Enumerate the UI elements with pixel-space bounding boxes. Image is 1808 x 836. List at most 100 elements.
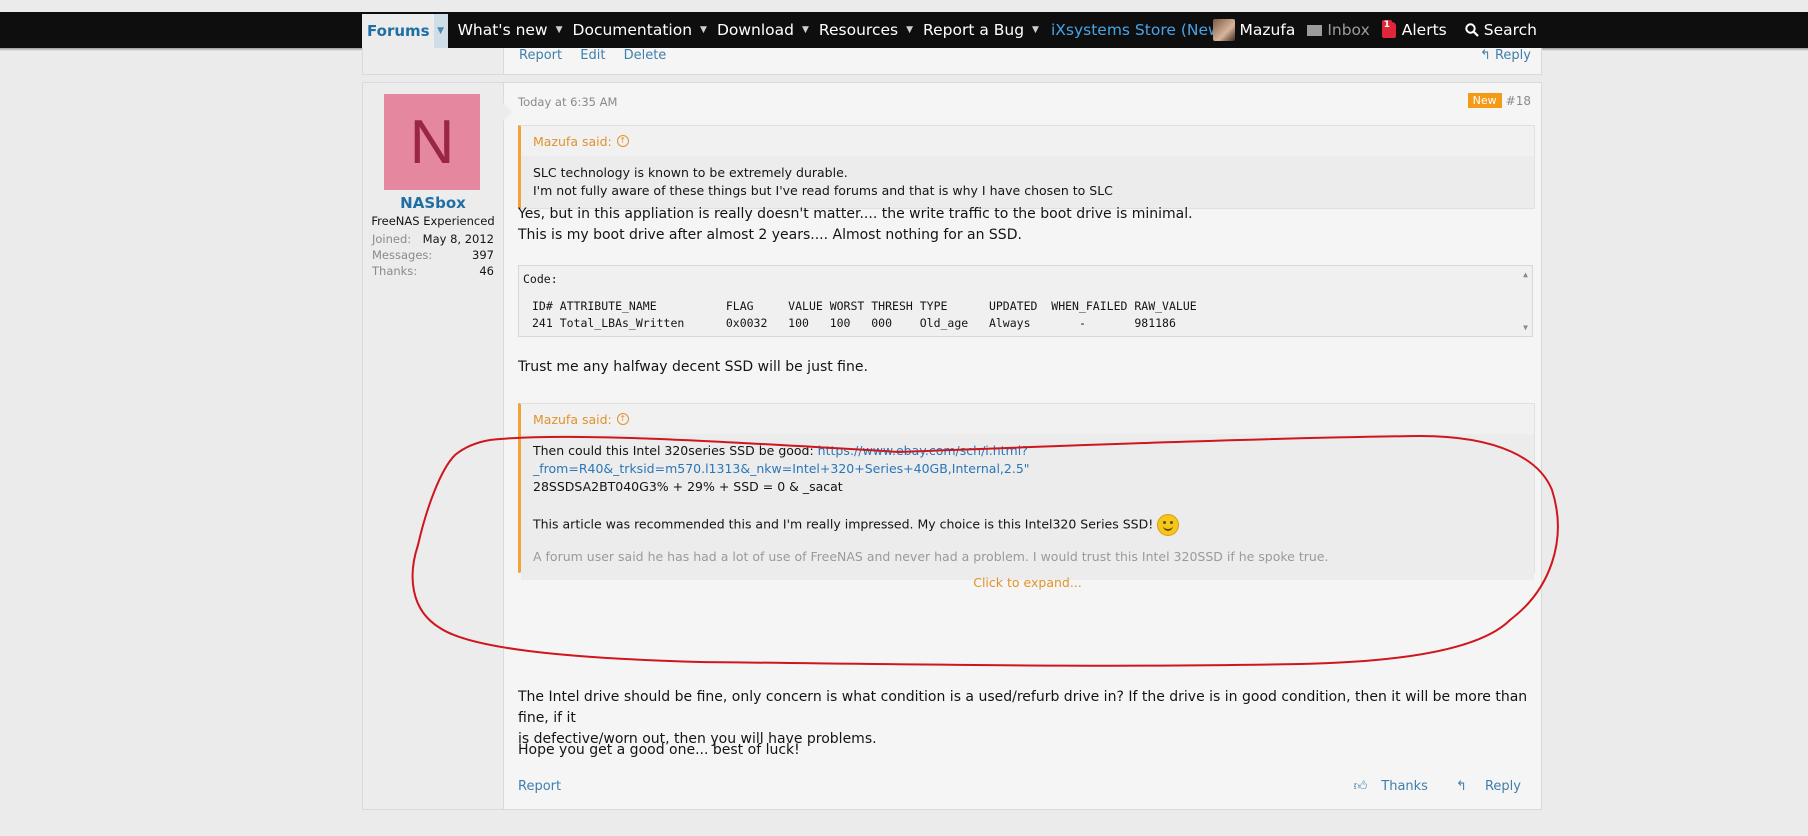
- reply-icon: ↰: [1479, 48, 1495, 63]
- quote-block: Mazufa said: ↑ Then could this Intel 320s…: [518, 403, 1535, 590]
- chevron-down-icon: ▼: [1032, 25, 1039, 35]
- quote-header[interactable]: Mazufa said: ↑: [521, 126, 1534, 156]
- nav-item-store[interactable]: iXsystems Store (New!): [1051, 21, 1233, 39]
- nav-alerts[interactable]: 1 Alerts: [1381, 20, 1447, 39]
- previous-post-user-column: [363, 48, 504, 74]
- thanks-label: Thanks: [1381, 779, 1428, 794]
- user-title: FreeNAS Experienced: [371, 214, 495, 228]
- quote-header[interactable]: Mazufa said: ↑: [521, 404, 1534, 434]
- quote-line: Then could this Intel 320series SSD be g…: [533, 442, 1522, 478]
- stat-row-joined: Joined: May 8, 2012: [372, 232, 494, 248]
- post-arrow: [503, 103, 512, 121]
- nav-forums-label: Forums: [367, 22, 430, 40]
- user-stats: Joined: May 8, 2012 Messages: 397 Thanks: 4…: [372, 232, 494, 280]
- paragraph-line: The Intel drive should be fine, only con…: [518, 689, 1528, 726]
- quote-line: 28SSDSA2BT040G3% + 29% + SSD = 0 & _saca…: [533, 479, 843, 494]
- stat-label: Joined:: [372, 232, 412, 246]
- stat-value: 397: [472, 248, 494, 262]
- stat-value: May 8, 2012: [422, 232, 494, 246]
- nav-item-label: Report a Bug: [923, 21, 1025, 39]
- nav-item-resources[interactable]: Resources ▼: [819, 21, 913, 39]
- previous-post-footer: Report Edit Delete ↰ Reply: [362, 48, 1542, 75]
- reply-label: Reply: [1484, 779, 1521, 794]
- edit-link[interactable]: Edit: [580, 48, 605, 63]
- nav-search[interactable]: Search: [1465, 21, 1537, 39]
- quote-author: Mazufa said:: [533, 411, 612, 427]
- delete-link[interactable]: Delete: [624, 48, 667, 63]
- nav-item-report-bug[interactable]: Report a Bug ▼: [923, 21, 1039, 39]
- nav-search-label: Search: [1483, 21, 1537, 39]
- report-link[interactable]: Report: [519, 48, 562, 63]
- top-strip: [0, 0, 1808, 12]
- stat-row-messages: Messages: 397: [372, 248, 494, 264]
- quote-line: This article was recommended this and I'…: [533, 514, 1522, 536]
- thanks-link[interactable]: 👍︎ Thanks: [1340, 779, 1428, 794]
- click-to-expand[interactable]: Click to expand...: [521, 574, 1534, 592]
- code-content: ID# ATTRIBUTE_NAME FLAG VALUE WORST THRE…: [532, 298, 1197, 332]
- nav-alerts-label: Alerts: [1401, 21, 1447, 39]
- nav-item-label: Resources: [818, 21, 899, 39]
- reply-label: Reply: [1494, 48, 1531, 63]
- nav-tab-forums[interactable]: Forums ▼: [362, 14, 448, 48]
- quote-line: SLC technology is known to be extremely …: [533, 165, 848, 180]
- code-line: ID# ATTRIBUTE_NAME FLAG VALUE WORST THRE…: [532, 299, 1197, 313]
- post-footer-right: 👍︎ Thanks ↰ Reply: [1326, 779, 1521, 794]
- reply-icon: ↰: [1455, 779, 1471, 794]
- avatar[interactable]: N: [384, 94, 480, 190]
- nav-item-label: Download: [716, 21, 794, 39]
- quote-block: Mazufa said: ↑ SLC technology is known to…: [518, 125, 1535, 209]
- scroll-down-icon[interactable]: ▼: [1523, 323, 1528, 332]
- smile-emoji-icon: [1157, 514, 1180, 536]
- paragraph-line: This is my boot drive after almost 2 yea…: [518, 227, 1022, 243]
- post-meta: New #18: [1467, 93, 1531, 108]
- envelope-icon: [1307, 24, 1323, 36]
- thumbs-up-icon: 👍︎: [1353, 779, 1368, 794]
- post-paragraph: Yes, but in this appliation is really do…: [518, 204, 1193, 246]
- avatar: [1212, 19, 1235, 41]
- nav-inbox-label: Inbox: [1327, 21, 1370, 39]
- nav-username: Mazufa: [1239, 21, 1296, 39]
- nav-left-group: Forums ▼ What's new ▼ Documentation ▼ Down…: [362, 12, 1233, 48]
- chevron-down-icon[interactable]: ▼: [433, 14, 448, 48]
- forum-post: N NASbox FreeNAS Experienced Joined: May …: [362, 82, 1542, 810]
- post-date[interactable]: Today at 6:35 AM: [518, 95, 617, 109]
- code-line: 241 Total_LBAs_Written 0x0032 100 100 00…: [532, 316, 1176, 330]
- paragraph-line: Yes, but in this appliation is really do…: [518, 206, 1193, 222]
- stat-value: 46: [479, 264, 494, 278]
- report-link[interactable]: Report: [518, 779, 561, 794]
- nav-item-download[interactable]: Download ▼: [717, 21, 809, 39]
- post-user-column: N NASbox FreeNAS Experienced Joined: May …: [363, 83, 504, 809]
- search-icon: [1465, 23, 1479, 37]
- stat-label: Thanks:: [372, 264, 418, 278]
- avatar-letter: N: [409, 107, 455, 177]
- reply-link[interactable]: ↰ Reply: [1480, 48, 1531, 63]
- scroll-up-icon[interactable]: ▲: [1523, 270, 1528, 279]
- quote-line: I'm not fully aware of these things but …: [533, 183, 1113, 198]
- nav-item-label: What's new: [457, 21, 548, 39]
- nav-item-documentation[interactable]: Documentation ▼: [573, 21, 707, 39]
- new-badge: New: [1467, 93, 1502, 108]
- nav-inbox[interactable]: Inbox: [1307, 21, 1370, 39]
- nav-right-group: Mazufa Inbox 1 Alerts Search: [1212, 12, 1537, 48]
- quote-body: Then could this Intel 320series SSD be g…: [521, 434, 1534, 590]
- top-navbar: Forums ▼ What's new ▼ Documentation ▼ Down…: [0, 12, 1808, 51]
- stat-row-thanks: Thanks: 46: [372, 264, 494, 280]
- chevron-down-icon: ▼: [802, 25, 809, 35]
- stat-label: Messages:: [372, 248, 433, 262]
- quote-body: SLC technology is known to be extremely …: [521, 156, 1534, 208]
- reply-link[interactable]: ↰ Reply: [1442, 779, 1521, 794]
- nav-user-menu[interactable]: Mazufa: [1212, 19, 1296, 41]
- post-username[interactable]: NASbox: [363, 194, 503, 212]
- bell-icon: 1: [1381, 20, 1396, 38]
- nav-item-label: Documentation: [572, 21, 693, 39]
- post-footer-actions: Report: [518, 779, 561, 794]
- post-paragraph: Hope you get a good one... best of luck!: [518, 742, 800, 758]
- nav-item-whats-new[interactable]: What's new ▼: [458, 21, 563, 39]
- previous-post-actions: Report Edit Delete: [519, 48, 680, 63]
- arrow-up-circle-icon: ↑: [616, 135, 629, 147]
- alerts-count-badge: 1: [1381, 20, 1393, 30]
- quote-text: This article was recommended this and I'…: [533, 516, 1154, 532]
- post-number[interactable]: #18: [1506, 94, 1531, 108]
- code-header: Code:: [523, 272, 558, 286]
- code-block: Code: ID# ATTRIBUTE_NAME FLAG VALUE WORS…: [518, 265, 1533, 337]
